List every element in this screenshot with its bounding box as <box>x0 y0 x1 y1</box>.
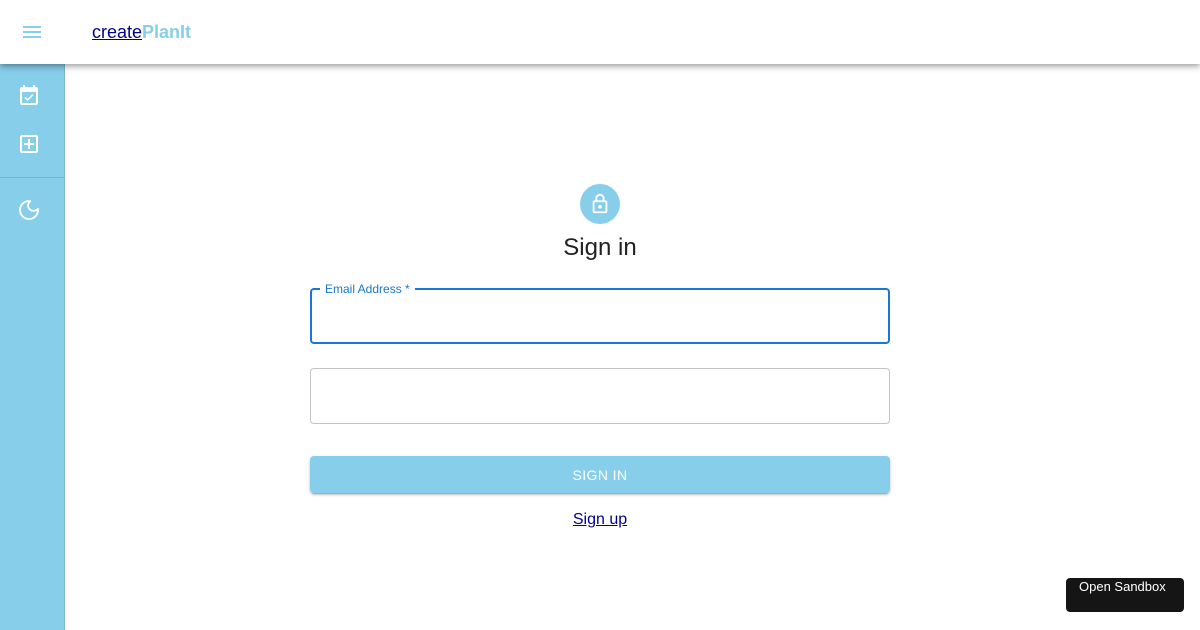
email-field-label: Email Address * <box>320 281 415 297</box>
brand-create-text: create <box>92 22 143 42</box>
sign-up-link-container: Sign up <box>300 510 900 530</box>
moon-icon <box>19 200 39 220</box>
password-field-container <box>310 368 890 424</box>
sign-up-link[interactable]: Sign up <box>573 511 627 528</box>
sidebar-divider <box>0 177 64 178</box>
lock-icon <box>592 193 608 214</box>
brand-planit-text: PlanIt <box>142 22 192 42</box>
password-input[interactable] <box>311 369 889 423</box>
menu-button[interactable] <box>12 12 52 52</box>
page-title: Sign in <box>563 234 637 261</box>
sidebar-item-dark-mode[interactable] <box>0 186 64 234</box>
sidebar <box>0 64 65 630</box>
sidebar-item-add[interactable] <box>0 120 64 168</box>
main-content: Sign in Email Address * Sign In Sign up <box>65 64 1200 630</box>
menu-icon <box>23 26 41 38</box>
sidebar-item-calendar[interactable] <box>0 72 64 120</box>
brand-logo-link[interactable]: createPlanIt <box>92 20 191 44</box>
event-available-icon <box>20 85 38 105</box>
email-input[interactable] <box>312 290 888 342</box>
sign-in-button[interactable]: Sign In <box>310 456 890 493</box>
add-box-icon <box>20 135 38 153</box>
app-bar: createPlanIt <box>0 0 1200 64</box>
email-field-container: Email Address * <box>310 281 890 344</box>
lock-avatar <box>580 184 620 224</box>
open-sandbox-button[interactable]: Open Sandbox <box>1066 578 1184 612</box>
